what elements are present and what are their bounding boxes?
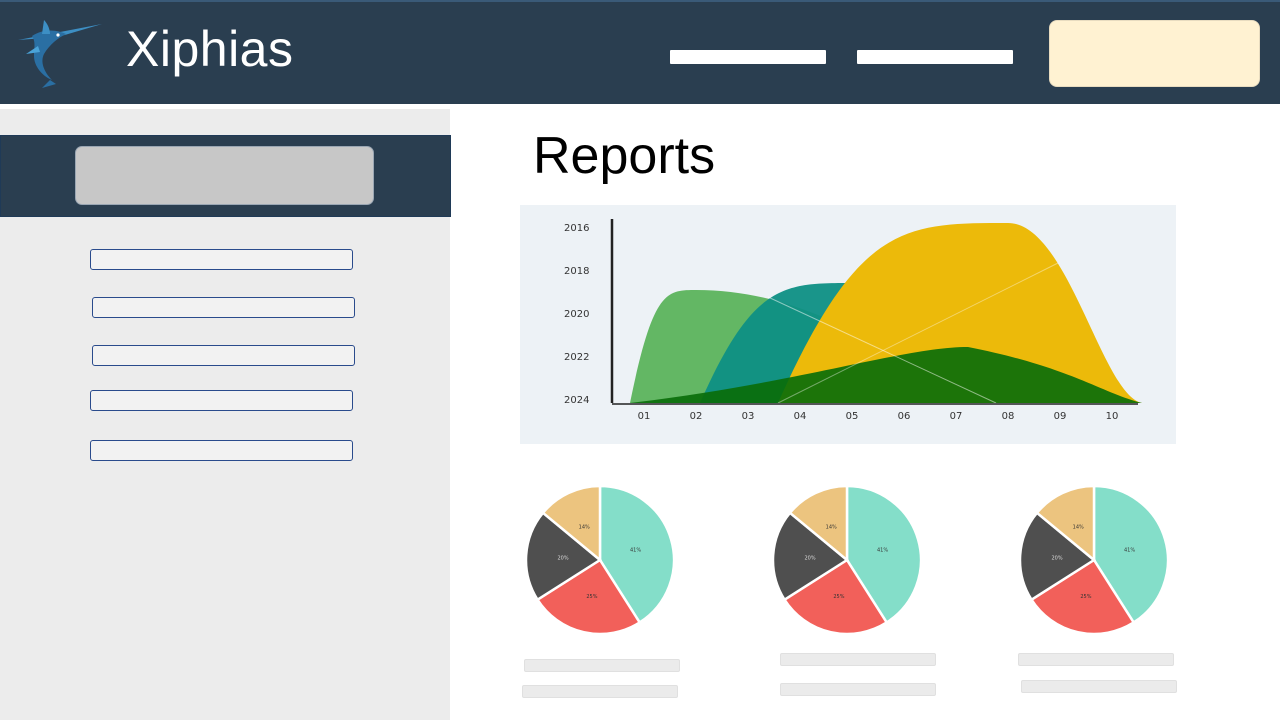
pie-slice-label: 20% [805,556,816,562]
pie-caption-3b [1021,680,1177,693]
nav-link-2[interactable] [857,50,1013,64]
x-tick-label: 06 [898,411,911,422]
brand-name: Xiphias [126,21,294,77]
x-tick-label: 05 [846,411,859,422]
y-tick-label: 2020 [564,309,589,320]
pie-slice-label: 20% [558,556,569,562]
area-chart: 2016 2018 2020 2022 2024 01 02 03 04 05 06 07 08 09 10 [520,205,1176,444]
pie-slice-label: 14% [579,525,590,531]
page-title: Reports [533,127,716,185]
pie-caption-2a [780,653,936,666]
x-tick-label: 10 [1106,411,1119,422]
x-tick-label: 02 [690,411,703,422]
pie-slice-label: 25% [833,594,844,600]
sidebar-header [0,135,451,217]
pie-slice-label: 20% [1052,556,1063,562]
x-tick-label: 07 [950,411,963,422]
sidebar-item-2[interactable] [92,297,355,318]
pie-slice-label: 25% [1080,594,1091,600]
pie-caption-1a [524,659,680,672]
pie-slice-label: 41% [1124,548,1135,554]
pie-chart-3: 41% 25% 20% 14% [1018,484,1170,636]
pie-chart-2: 41% 25% 20% 14% [771,484,923,636]
pie-slice-label: 14% [1073,525,1084,531]
sidebar-item-5[interactable] [90,440,353,461]
pie-slice-label: 14% [826,525,837,531]
pie-caption-2b [780,683,936,696]
pie-slice-label: 41% [630,548,641,554]
x-tick-label: 03 [742,411,755,422]
sidebar-item-1[interactable] [90,249,353,270]
nav-link-1[interactable] [670,50,826,64]
y-tick-label: 2016 [564,223,589,234]
sidebar-search-box[interactable] [75,146,374,205]
swordfish-icon[interactable] [14,10,106,90]
pie-caption-1b [522,685,678,698]
x-tick-label: 09 [1054,411,1067,422]
sidebar [0,109,451,720]
pie-chart-1: 41% 25% 20% 14% [524,484,676,636]
x-tick-label: 01 [638,411,651,422]
sidebar-item-3[interactable] [92,345,355,366]
x-tick-label: 08 [1002,411,1015,422]
y-tick-label: 2024 [564,395,589,406]
top-header: Xiphias [0,0,1280,104]
y-tick-label: 2022 [564,352,589,363]
sidebar-item-4[interactable] [90,390,353,411]
x-tick-label: 04 [794,411,807,422]
y-tick-label: 2018 [564,266,589,277]
app-window: Xiphias Reports 2016 2018 2020 2022 2024 01 02… [0,0,1280,720]
pie-slice-label: 41% [877,548,888,554]
pie-slice-label: 25% [586,594,597,600]
pie-caption-3a [1018,653,1174,666]
header-action-button[interactable] [1049,20,1260,87]
